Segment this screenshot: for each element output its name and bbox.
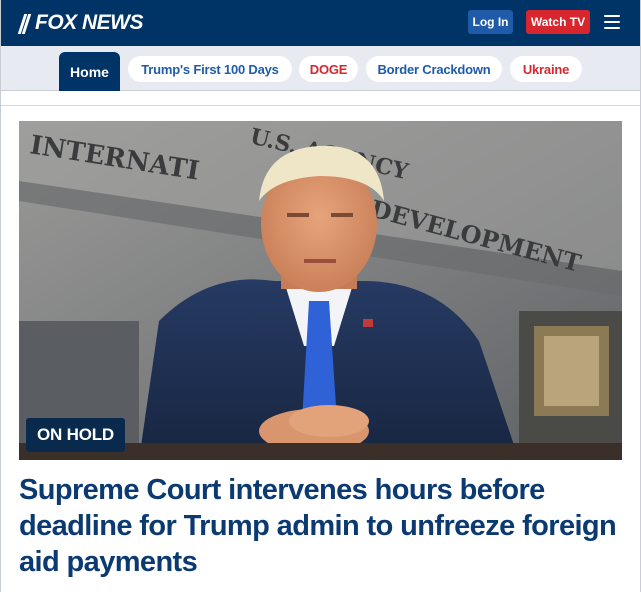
headline-link[interactable]: Supreme Court intervenes hours before de… xyxy=(19,472,625,580)
hamburger-menu-icon[interactable] xyxy=(604,15,620,29)
status-badge: ON HOLD xyxy=(26,418,125,452)
nav-item-doge[interactable]: DOGE xyxy=(299,56,358,82)
hero-photo: INTERNATI U.S. AGENCY DEVELOPMENT xyxy=(19,121,622,460)
watch-tv-button[interactable]: Watch TV xyxy=(526,10,590,34)
nav-item-trumps-first-100-days[interactable]: Trump's First 100 Days xyxy=(128,56,292,82)
section-nav: Home Trump's First 100 Days DOGE Border … xyxy=(1,46,640,91)
nav-item-ukraine[interactable]: Ukraine xyxy=(510,56,582,82)
logo-text: FOX NEWS xyxy=(35,11,144,34)
site-header: FOX NEWS Log In Watch TV xyxy=(1,0,640,46)
divider xyxy=(1,105,640,106)
fox-news-logo[interactable]: FOX NEWS xyxy=(19,10,144,36)
page: FOX NEWS Log In Watch TV Home Trump's Fi… xyxy=(0,0,641,592)
hero-image[interactable]: INTERNATI U.S. AGENCY DEVELOPMENT xyxy=(19,121,622,460)
nav-item-home[interactable]: Home xyxy=(59,52,120,91)
nav-item-border-crackdown[interactable]: Border Crackdown xyxy=(366,56,502,82)
fox-logo-icon xyxy=(19,12,33,34)
login-button[interactable]: Log In xyxy=(468,10,513,34)
